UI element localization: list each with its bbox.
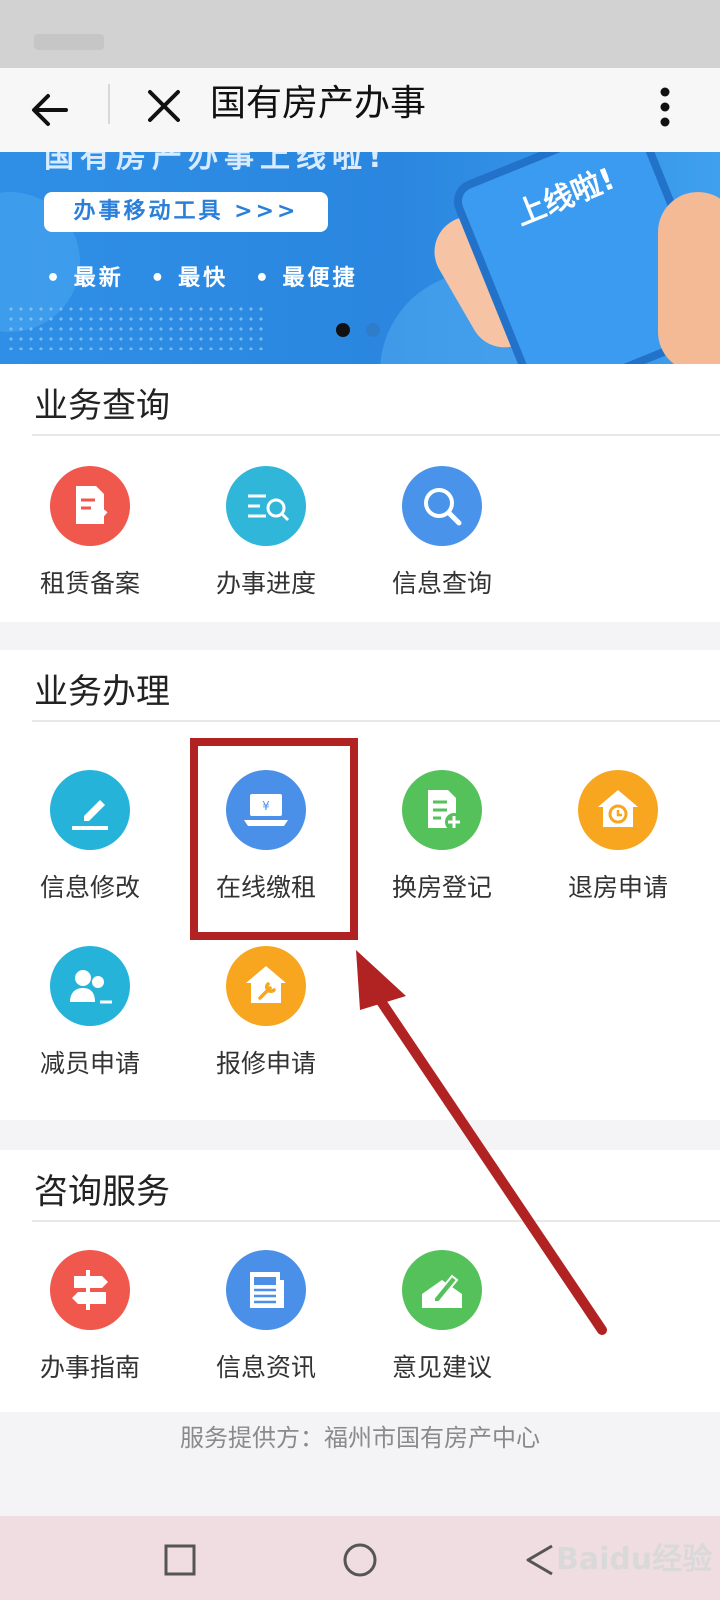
section-divider [32,434,720,436]
lease-filing-icon [50,466,130,546]
banner-bullet: • 最便捷 [254,266,358,291]
watermark-logo: Baidu经验 [556,1542,713,1577]
status-bar-text [34,34,104,50]
item-label: 退房申请 [567,873,668,902]
promo-banner[interactable]: 国有房产办事上线啦! 办事移动工具 >>> • 最新 • 最快 • 最便捷 上线… [0,152,720,364]
annotation-highlight-box [190,738,358,940]
item-feedback[interactable]: 意见建议 [362,1250,522,1384]
item-label: 信息资讯 [215,1353,316,1382]
status-bar [0,0,720,68]
section-divider [32,720,720,722]
item-label: 办事指南 [39,1353,140,1382]
title-separator [108,84,110,124]
service-provider-text: 服务提供方：福州市国有房产中心 [180,1424,540,1452]
house-clock-icon [578,770,658,850]
hand-illustration [658,192,720,364]
item-label: 减员申请 [39,1049,140,1078]
carousel-dot[interactable] [366,323,380,337]
envelope-pen-icon [402,1250,482,1330]
item-progress[interactable]: 办事进度 [186,466,346,600]
more-options-icon[interactable] [650,82,680,132]
title-bar: 国有房产办事 [0,68,720,152]
section-handle: 业务办理 信息修改 ¥ 在线缴租 换房登记 退房申请 减员申请 报修申请 [0,650,720,1120]
section-query: 业务查询 租赁备案 办事进度 信息查询 [0,364,720,622]
item-guide[interactable]: 办事指南 [10,1250,170,1384]
document-add-icon [402,770,482,850]
item-label: 租赁备案 [39,569,140,598]
magnifier-icon [402,466,482,546]
item-label: 换房登记 [391,873,492,902]
banner-bullets: • 最新 • 最快 • 最便捷 [46,260,374,292]
banner-bullet: • 最快 [150,266,229,291]
close-icon[interactable] [142,84,186,128]
section-title: 业务查询 [34,386,170,426]
progress-search-icon [226,466,306,546]
item-lease-filing[interactable]: 租赁备案 [10,466,170,600]
back-arrow-icon[interactable] [26,86,74,134]
item-label: 意见建议 [391,1353,492,1382]
banner-cta[interactable]: 办事移动工具 >>> [44,192,328,232]
pencil-icon [50,770,130,850]
section-title: 业务办理 [34,672,170,712]
item-label: 办事进度 [215,569,316,598]
item-label: 信息查询 [391,569,492,598]
page-title: 国有房产办事 [210,83,427,124]
home-circle-icon[interactable] [336,1536,384,1584]
item-label: 信息修改 [39,873,140,902]
footer: 服务提供方：福州市国有房产中心 [0,1416,720,1516]
carousel-indicator [336,322,396,341]
item-label: 报修申请 [215,1049,316,1078]
section-consult: 咨询服务 办事指南 信息资讯 意见建议 [0,1150,720,1412]
banner-bullet: • 最新 [46,266,124,291]
item-member-reduce[interactable]: 减员申请 [10,946,170,1080]
banner-headline: 国有房产办事上线啦! [44,152,388,175]
house-wrench-icon [226,946,306,1026]
section-title: 咨询服务 [34,1172,170,1212]
item-news[interactable]: 信息资讯 [186,1250,346,1384]
item-repair[interactable]: 报修申请 [186,946,346,1080]
recents-square-icon[interactable] [156,1536,204,1584]
item-info-query[interactable]: 信息查询 [362,466,522,600]
carousel-dot-active[interactable] [336,323,350,337]
item-info-edit[interactable]: 信息修改 [10,770,170,904]
users-minus-icon [50,946,130,1026]
signpost-icon [50,1250,130,1330]
banner-dot-pattern [6,304,266,350]
section-divider [32,1220,720,1222]
newspaper-icon [226,1250,306,1330]
item-checkout[interactable]: 退房申请 [538,770,698,904]
item-room-change[interactable]: 换房登记 [362,770,522,904]
